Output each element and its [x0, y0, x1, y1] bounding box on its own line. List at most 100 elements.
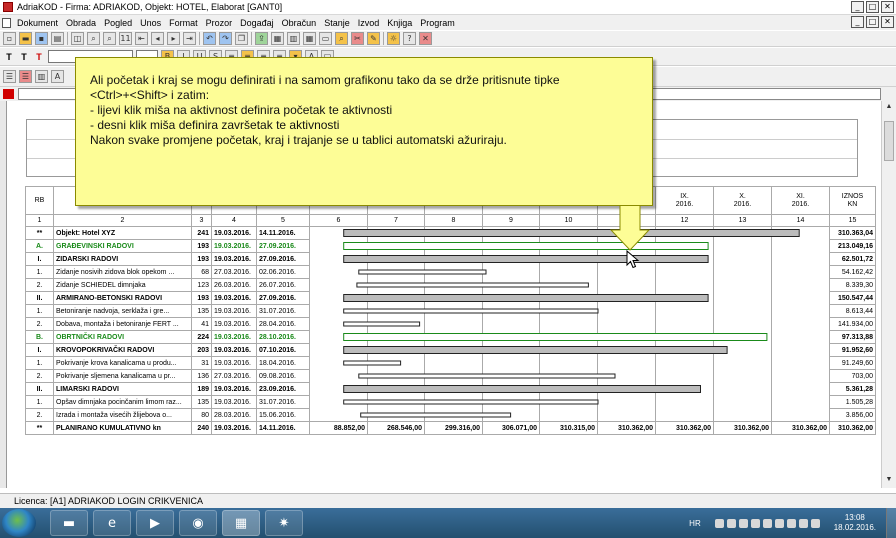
vertical-scrollbar[interactable]: ▲ ▼ — [881, 101, 896, 488]
cut-icon[interactable]: ✂ — [351, 32, 364, 45]
menu-dogadaj[interactable]: Događaj — [236, 18, 278, 28]
gantt-cell — [367, 226, 425, 240]
scroll-up-icon[interactable]: ▲ — [884, 103, 894, 113]
menu-program[interactable]: Program — [416, 18, 459, 28]
row-start-date: 28.03.2016. — [211, 408, 257, 422]
next-page-icon[interactable]: ▸ — [167, 32, 180, 45]
table-row[interactable]: 2. Pokrivanje sljemena kanalicama u pr...… — [25, 369, 876, 383]
font-letter[interactable]: T — [18, 52, 30, 62]
tray-app-icon[interactable] — [786, 518, 796, 528]
redo-icon[interactable]: ↷ — [219, 32, 232, 45]
clock[interactable]: 13:08 18.02.2016. — [834, 513, 876, 533]
ie-icon[interactable]: e — [93, 510, 131, 536]
menu-knjiga[interactable]: Knjiga — [383, 18, 416, 28]
adriakod-app-icon[interactable]: ▦ — [222, 510, 260, 536]
search-icon[interactable]: ⌕ — [335, 32, 348, 45]
folder-icon[interactable]: ▭ — [319, 32, 332, 45]
row-amount: 97.313,88 — [829, 330, 876, 344]
tray-app-icon[interactable] — [738, 518, 748, 528]
row-duration: 123 — [191, 278, 212, 292]
last-page-icon[interactable]: ⇥ — [183, 32, 196, 45]
chrome-icon[interactable]: ◉ — [179, 510, 217, 536]
menu-dokument[interactable]: Dokument — [13, 18, 62, 28]
gantt-cell — [482, 317, 540, 331]
help-icon[interactable]: ? — [403, 32, 416, 45]
table-row[interactable]: 1. Opšav dimnjaka pocinčanim limom raz...… — [25, 395, 876, 409]
font-letter[interactable]: T — [3, 52, 15, 62]
preview-icon[interactable]: ◫ — [71, 32, 84, 45]
table-row[interactable]: A. GRAĐEVINSKI RADOVI 193 19.03.2016. 27.09.… — [25, 239, 876, 253]
language-indicator[interactable]: HR — [689, 519, 701, 528]
table-row[interactable]: 2. Zidanje SCHIEDEL dimnjaka 123 26.03.2016… — [25, 278, 876, 292]
bulb-icon[interactable]: ☼ — [387, 32, 400, 45]
chart-icon[interactable]: ▥ — [287, 32, 300, 45]
start-button[interactable] — [2, 509, 36, 537]
volume-icon[interactable] — [810, 518, 820, 528]
insert-column-icon[interactable]: ▥ — [35, 70, 48, 83]
zoom-page-icon[interactable]: ⌕ — [103, 32, 116, 45]
menu-pogled[interactable]: Pogled — [100, 18, 136, 28]
child-minimize-icon[interactable]: _ — [851, 16, 864, 28]
gantt-cell — [655, 356, 714, 370]
row-rb: 2. — [25, 408, 54, 422]
calendar-icon[interactable]: ▦ — [271, 32, 284, 45]
undo-icon[interactable]: ↶ — [203, 32, 216, 45]
table-row[interactable]: 1. Betoniranje nadvoja, serklaža i gre...… — [25, 304, 876, 318]
table-row[interactable]: 1. Zidanje nosivih zidova blok opekom ...… — [25, 265, 876, 279]
font-size-icon[interactable]: A — [51, 70, 64, 83]
close-icon[interactable]: ✕ — [881, 1, 894, 13]
scroll-down-icon[interactable]: ▼ — [884, 476, 894, 486]
exit-icon[interactable]: ✕ — [419, 32, 432, 45]
menu-obrada[interactable]: Obrada — [62, 18, 100, 28]
save-icon[interactable]: ▪ — [35, 32, 48, 45]
col-index: 4 — [211, 214, 257, 227]
tray-app-icon[interactable] — [750, 518, 760, 528]
gantt-cell — [771, 278, 830, 292]
table-row[interactable]: II. LIMARSKI RADOVI 189 19.03.2016. 23.09.20… — [25, 382, 876, 396]
row-amount: 91.952,60 — [829, 343, 876, 357]
zoom-icon[interactable]: ⌕ — [87, 32, 100, 45]
font-letter[interactable]: T — [33, 52, 45, 62]
table-row[interactable]: ** Objekt: Hotel XYZ 241 19.03.2016. 14.11.2… — [25, 226, 876, 240]
tray-app-icon[interactable] — [726, 518, 736, 528]
explorer-icon[interactable]: ▬ — [50, 510, 88, 536]
table-row[interactable]: 2. Izrada i montaža visećih žlijebova o..… — [25, 408, 876, 422]
child-restore-icon[interactable]: □ — [866, 16, 879, 28]
gantt-cell — [655, 408, 714, 422]
table-row[interactable]: 1. Pokrivanje krova kanalicama u produ...… — [25, 356, 876, 370]
menu-prozor[interactable]: Prozor — [202, 18, 237, 28]
tray-app-icon[interactable] — [774, 518, 784, 528]
insert-row-icon[interactable]: ☰ — [3, 70, 16, 83]
table-row[interactable]: I. ZIDARSKI RADOVI 193 19.03.2016. 27.09.201… — [25, 252, 876, 266]
tray-app-icon[interactable] — [714, 518, 724, 528]
media-player-icon[interactable]: ▶ — [136, 510, 174, 536]
menu-unos[interactable]: Unos — [136, 18, 165, 28]
scroll-thumb[interactable] — [884, 121, 894, 161]
maximize-icon[interactable]: □ — [866, 1, 879, 13]
first-page-icon[interactable]: ⇤ — [135, 32, 148, 45]
menu-obracun[interactable]: Obračun — [278, 18, 321, 28]
child-close-icon[interactable]: ✕ — [881, 16, 894, 28]
menu-format[interactable]: Format — [165, 18, 202, 28]
menu-izvod[interactable]: Izvod — [354, 18, 384, 28]
table-row[interactable]: 2. Dobava, montaža i betoniranje FERT ...… — [25, 317, 876, 331]
page-number-field[interactable]: 11 — [119, 32, 132, 45]
menu-stanje[interactable]: Stanje — [320, 18, 354, 28]
table-row[interactable]: B. OBRTNIČKI RADOVI 224 19.03.2016. 28.10.20… — [25, 330, 876, 344]
print-icon[interactable]: ▤ — [51, 32, 64, 45]
brush-icon[interactable]: ✎ — [367, 32, 380, 45]
settings-app-icon[interactable]: ✷ — [265, 510, 303, 536]
table-row[interactable]: II. ARMIRANO-BETONSKI RADOVI 193 19.03.2016… — [25, 291, 876, 305]
delete-row-icon[interactable]: ☰ — [19, 70, 32, 83]
copy-icon[interactable]: ❐ — [235, 32, 248, 45]
table-row[interactable]: I. KROVOPOKRIVAČKI RADOVI 203 19.03.2016. 07… — [25, 343, 876, 357]
network-icon[interactable] — [798, 518, 808, 528]
prev-page-icon[interactable]: ◂ — [151, 32, 164, 45]
export-icon[interactable]: ⇪ — [255, 32, 268, 45]
show-desktop-button[interactable] — [886, 508, 896, 538]
tray-app-icon[interactable] — [762, 518, 772, 528]
table-icon[interactable]: ▦ — [303, 32, 316, 45]
new-icon[interactable]: ▫ — [3, 32, 16, 45]
minimize-icon[interactable]: _ — [851, 1, 864, 13]
open-icon[interactable]: ▬ — [19, 32, 32, 45]
